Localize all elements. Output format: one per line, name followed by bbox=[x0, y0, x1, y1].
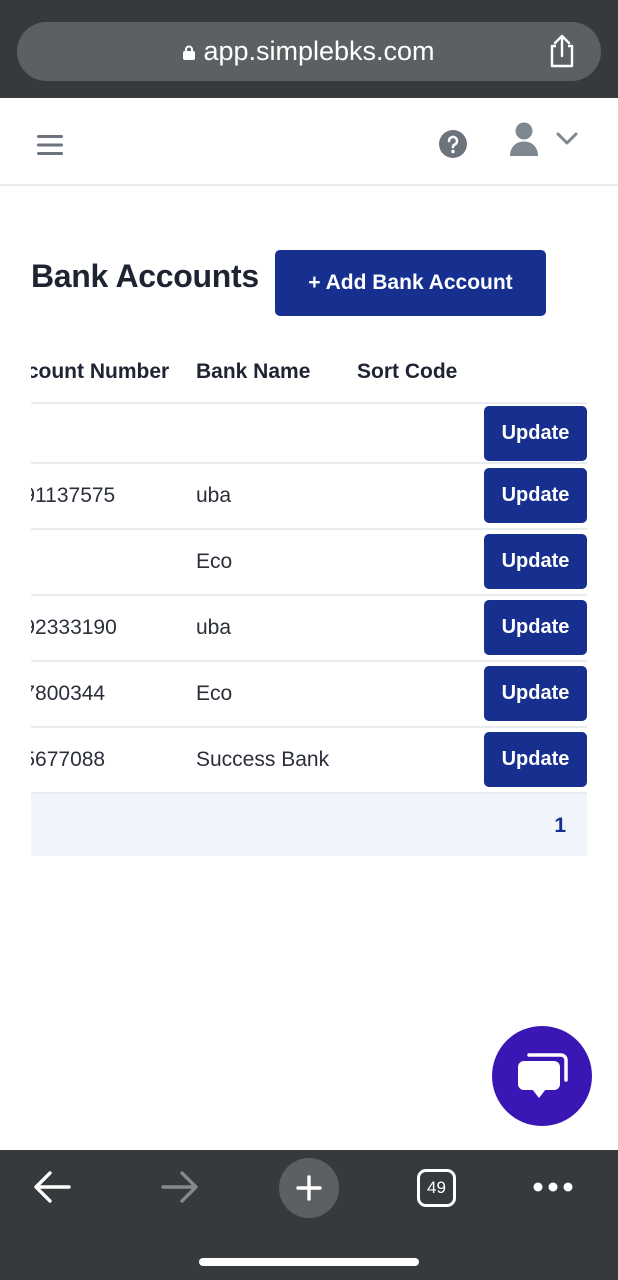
chat-icon bbox=[518, 1053, 568, 1098]
page-number-link[interactable]: 1 bbox=[554, 814, 566, 838]
more-icon[interactable] bbox=[533, 1180, 573, 1194]
bank-name-cell: uba bbox=[196, 484, 232, 507]
account-number-cell: 045677088 bbox=[31, 748, 106, 771]
chat-support-button[interactable] bbox=[492, 1026, 592, 1126]
forward-arrow-icon[interactable] bbox=[160, 1170, 200, 1204]
app-header bbox=[0, 98, 618, 186]
user-avatar-icon[interactable] bbox=[509, 122, 539, 156]
share-icon[interactable] bbox=[547, 34, 577, 68]
table-row: 0091137575 uba Update bbox=[31, 462, 587, 528]
back-arrow-icon[interactable] bbox=[32, 1170, 72, 1204]
bank-name-cell: Eco bbox=[196, 550, 233, 573]
address-bar[interactable]: app.simplebks.com bbox=[17, 22, 601, 81]
bank-name-cell: Success Bank bbox=[196, 748, 330, 771]
chevron-down-icon[interactable] bbox=[556, 132, 578, 146]
table-row: 017800344 Eco Update bbox=[31, 660, 587, 726]
update-button[interactable]: Update bbox=[484, 666, 587, 721]
update-button[interactable]: Update bbox=[484, 406, 587, 461]
add-bank-account-button[interactable]: + Add Bank Account bbox=[275, 250, 546, 316]
lock-icon bbox=[183, 45, 196, 60]
table-row: 9 Eco Update bbox=[31, 528, 587, 594]
home-indicator bbox=[199, 1258, 419, 1266]
bank-name-cell: uba bbox=[196, 616, 232, 639]
account-number-cell: 017800344 bbox=[31, 682, 106, 705]
update-button[interactable]: Update bbox=[484, 468, 587, 523]
browser-top-bar: app.simplebks.com bbox=[0, 0, 618, 98]
page-title: Bank Accounts bbox=[31, 258, 259, 294]
plus-icon bbox=[296, 1175, 322, 1201]
table-row: 0092333190 uba Update bbox=[31, 594, 587, 660]
pagination-bar: 1 bbox=[31, 792, 587, 856]
update-button[interactable]: Update bbox=[484, 600, 587, 655]
url-text: app.simplebks.com bbox=[203, 36, 435, 66]
browser-bottom-bar: 49 bbox=[0, 1150, 618, 1280]
column-header-bank-name[interactable]: Bank Name bbox=[196, 360, 310, 384]
tab-count-button[interactable]: 49 bbox=[417, 1169, 456, 1207]
update-button[interactable]: Update bbox=[484, 534, 587, 589]
table-row: Update bbox=[31, 402, 587, 462]
account-number-cell: 0091137575 bbox=[31, 484, 116, 507]
help-icon[interactable] bbox=[439, 130, 467, 158]
table-row: 045677088 Success Bank Update bbox=[31, 726, 587, 792]
menu-icon[interactable] bbox=[37, 135, 63, 155]
bank-name-cell: Eco bbox=[196, 682, 233, 705]
bank-accounts-table: Account Number Bank Name Sort Code Updat… bbox=[31, 340, 587, 860]
account-number-cell: 0092333190 bbox=[31, 616, 117, 639]
column-header-account-number[interactable]: Account Number bbox=[31, 360, 169, 384]
column-header-sort-code[interactable]: Sort Code bbox=[357, 360, 457, 384]
new-tab-button[interactable] bbox=[279, 1158, 339, 1218]
update-button[interactable]: Update bbox=[484, 732, 587, 787]
